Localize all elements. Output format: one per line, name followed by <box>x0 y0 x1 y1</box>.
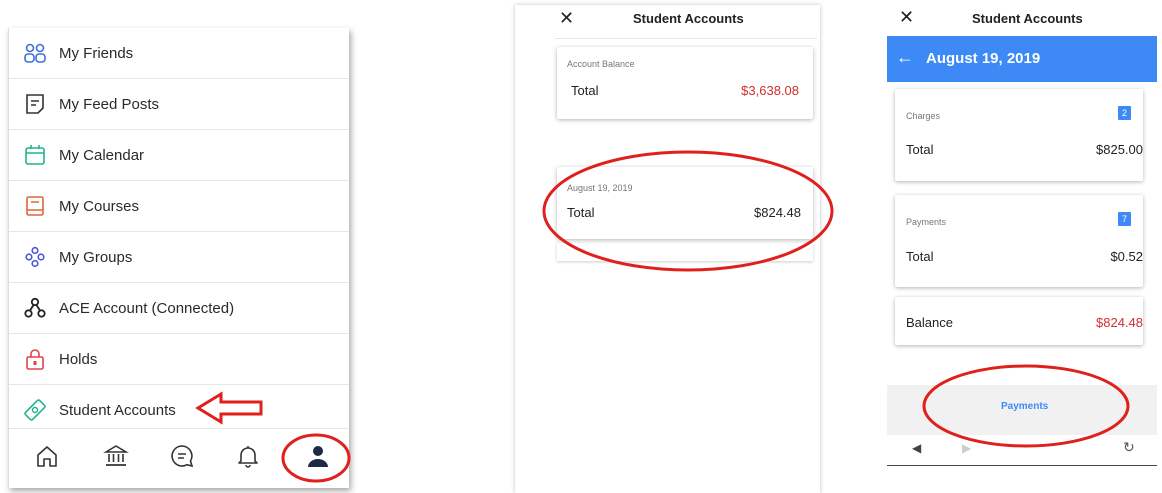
money-icon <box>23 398 47 422</box>
menu-item-holds[interactable]: Holds <box>9 334 349 385</box>
menu-item-label: My Groups <box>59 248 133 266</box>
menu-item-ace-account[interactable]: ACE Account (Connected) <box>9 283 349 334</box>
annotation-circle-payments <box>922 364 1130 448</box>
date-header-bar: ← August 19, 2019 <box>887 36 1157 82</box>
total-label: Total <box>571 83 599 98</box>
lock-icon <box>23 347 47 371</box>
total-label: Total <box>906 142 934 157</box>
groups-icon <box>23 245 47 269</box>
balance-amount: $824.48 <box>1096 315 1143 330</box>
charges-card[interactable]: Charges 2 Total $825.00 <box>895 89 1143 181</box>
menu-item-my-courses[interactable]: My Courses <box>9 181 349 232</box>
close-icon[interactable]: ✕ <box>899 7 914 28</box>
menu-item-label: Holds <box>59 350 98 368</box>
screen-title: Student Accounts <box>633 11 744 26</box>
courses-icon <box>23 194 47 218</box>
total-label: Total <box>906 249 934 264</box>
close-icon[interactable]: ✕ <box>559 8 574 29</box>
chat-icon[interactable] <box>169 443 195 469</box>
screen-title: Student Accounts <box>972 11 1083 26</box>
payments-card[interactable]: Payments 7 Total $0.52 <box>895 195 1143 287</box>
annotation-circle-date-card <box>542 150 834 272</box>
back-arrow-icon[interactable]: ← <box>896 47 914 67</box>
date-header: August 19, 2019 <box>926 50 1041 67</box>
home-icon[interactable] <box>34 443 60 469</box>
menu-item-my-friends[interactable]: My Friends <box>9 28 349 79</box>
charges-label: Charges <box>906 111 941 121</box>
menu-item-label: My Feed Posts <box>59 95 160 113</box>
menu-item-label: My Friends <box>59 44 134 62</box>
menu-item-label: My Courses <box>59 197 140 215</box>
menu-panel: My Friends My Feed Posts My Calendar My … <box>8 28 349 488</box>
menu-item-label: My Calendar <box>59 146 145 164</box>
calendar-icon <box>23 143 47 167</box>
menu-item-my-feed-posts[interactable]: My Feed Posts <box>9 79 349 130</box>
divider <box>555 38 817 39</box>
annotation-circle-profile <box>281 433 351 483</box>
balance-card[interactable]: Balance $824.48 <box>895 297 1143 345</box>
friends-icon <box>23 41 47 65</box>
card-label: Account Balance <box>567 59 635 69</box>
account-balance-card[interactable]: Account Balance Total $3,638.08 <box>557 47 813 119</box>
payments-label: Payments <box>906 217 947 227</box>
payments-count-badge: 7 <box>1118 212 1131 226</box>
annotation-arrow <box>195 391 263 425</box>
balance-amount: $3,638.08 <box>741 83 799 98</box>
bell-icon[interactable] <box>235 443 261 469</box>
menu-item-label: ACE Account (Connected) <box>59 299 235 317</box>
feed-posts-icon <box>23 92 47 116</box>
payments-amount: $0.52 <box>1110 249 1143 264</box>
ace-account-icon <box>23 296 47 320</box>
balance-label: Balance <box>906 315 953 330</box>
bank-icon[interactable] <box>103 443 129 469</box>
menu-item-label: Student Accounts <box>59 401 176 419</box>
charges-count-badge: 2 <box>1118 106 1131 120</box>
charges-amount: $825.00 <box>1096 142 1143 157</box>
menu-item-my-groups[interactable]: My Groups <box>9 232 349 283</box>
menu-item-my-calendar[interactable]: My Calendar <box>9 130 349 181</box>
